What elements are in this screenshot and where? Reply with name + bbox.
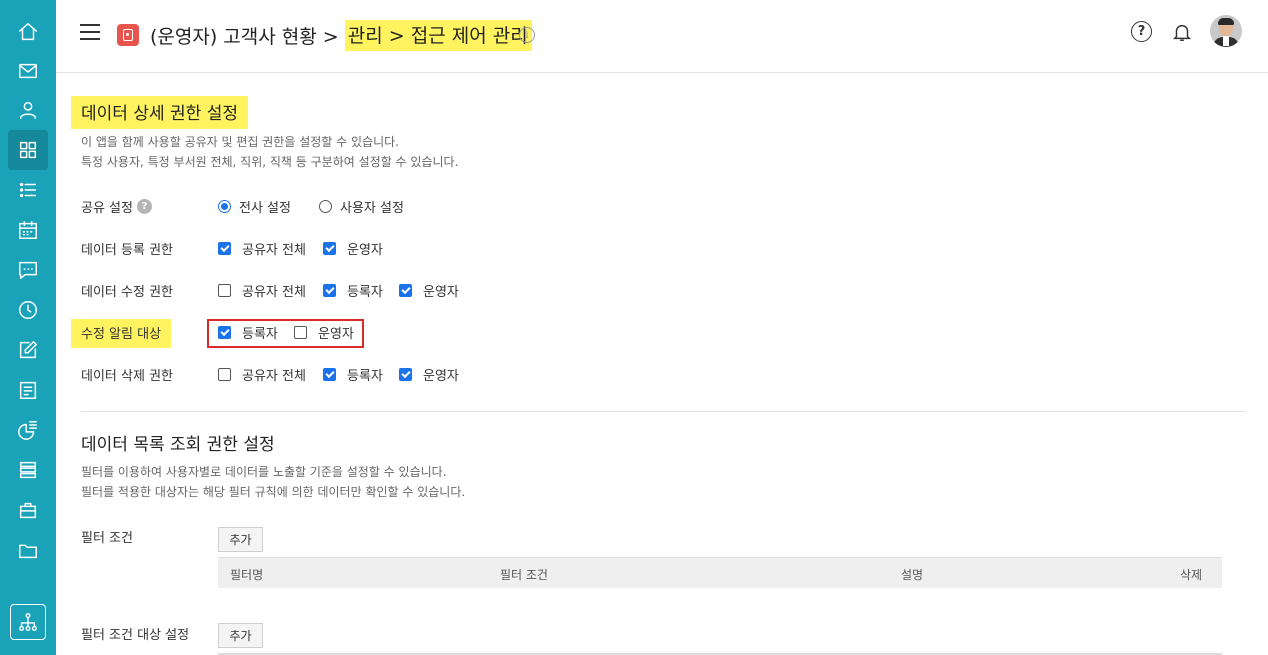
- column-filter-name: 필터명: [230, 568, 264, 582]
- checkbox-checked[interactable]: [323, 284, 336, 297]
- option-label: 운영자: [347, 243, 383, 258]
- checkbox-checked[interactable]: [323, 368, 336, 381]
- column-delete: 삭제: [1180, 568, 1203, 582]
- filter-table-header: 필터명 필터 조건 설명 삭제: [218, 557, 1222, 588]
- detail-section-title: 데이터 상세 권한 설정: [71, 96, 248, 129]
- folder-icon[interactable]: [8, 530, 48, 570]
- info-icon[interactable]: i: [519, 27, 535, 43]
- list-icon[interactable]: [8, 170, 48, 210]
- add-target-button[interactable]: 추가: [218, 623, 263, 648]
- org-chart-icon[interactable]: [10, 604, 46, 640]
- list-desc-line1: 필터를 이용하여 사용자별로 데이터를 노출할 기준을 설정할 수 있습니다.: [81, 465, 447, 479]
- filter-target-label: 필터 조건 대상 설정: [81, 628, 190, 643]
- bell-icon[interactable]: [1171, 20, 1193, 44]
- user-icon[interactable]: [8, 90, 48, 130]
- register-option-all-sharers[interactable]: 공유자 전체: [218, 239, 306, 258]
- option-label: 운영자: [423, 369, 459, 384]
- register-permission-label: 데이터 등록 권한: [81, 243, 173, 258]
- checkbox-checked[interactable]: [218, 326, 231, 339]
- option-label: 공유자 전체: [242, 285, 306, 300]
- checkbox-unchecked[interactable]: [294, 326, 307, 339]
- grid-icon[interactable]: [8, 130, 48, 170]
- delete-option-registrant[interactable]: 등록자: [323, 365, 383, 384]
- detail-desc-line1: 이 앱을 함께 사용할 공유자 및 편집 권한을 설정할 수 있습니다.: [81, 135, 399, 149]
- checkbox-unchecked[interactable]: [218, 284, 231, 297]
- calendar-icon[interactable]: [8, 210, 48, 250]
- edit-option-all-sharers[interactable]: 공유자 전체: [218, 281, 306, 300]
- edit-option-registrant[interactable]: 등록자: [323, 281, 383, 300]
- checkbox-checked[interactable]: [323, 242, 336, 255]
- notify-option-registrant[interactable]: 등록자: [218, 323, 278, 342]
- stack-icon[interactable]: [8, 450, 48, 490]
- share-option-label: 전사 설정: [239, 201, 291, 216]
- option-label: 등록자: [347, 369, 383, 384]
- radio-unselected[interactable]: [319, 200, 332, 213]
- menu-icon[interactable]: [80, 24, 100, 40]
- checkbox-checked[interactable]: [218, 242, 231, 255]
- checkbox-unchecked[interactable]: [218, 368, 231, 381]
- notify-option-operator[interactable]: 운영자: [294, 323, 354, 342]
- mail-icon[interactable]: [8, 51, 48, 91]
- edit-icon[interactable]: [8, 330, 48, 370]
- avatar[interactable]: [1210, 15, 1242, 47]
- option-label: 공유자 전체: [242, 243, 306, 258]
- filter-condition-label: 필터 조건: [81, 531, 133, 546]
- share-option-user[interactable]: 사용자 설정: [319, 197, 404, 216]
- share-setting-label: 공유 설정 ?: [81, 197, 152, 216]
- delete-permission-label: 데이터 삭제 권한: [81, 369, 173, 384]
- clock-icon[interactable]: [8, 290, 48, 330]
- share-option-label: 사용자 설정: [340, 201, 404, 216]
- option-label: 등록자: [347, 285, 383, 300]
- add-filter-button[interactable]: 추가: [218, 527, 263, 552]
- checkbox-checked[interactable]: [399, 368, 412, 381]
- checkbox-checked[interactable]: [399, 284, 412, 297]
- breadcrumb-current: 관리 > 접근 제어 관리: [344, 19, 532, 51]
- edit-permission-label: 데이터 수정 권한: [81, 285, 173, 300]
- header: (운영자) 고객사 현황 > 관리 > 접근 제어 관리 i ?: [56, 0, 1268, 73]
- register-option-operator[interactable]: 운영자: [323, 239, 383, 258]
- delete-option-all-sharers[interactable]: 공유자 전체: [218, 365, 306, 384]
- list-desc-line2: 필터를 적용한 대상자는 해당 필터 규칙에 의한 데이터만 확인할 수 있습니…: [81, 485, 466, 499]
- share-setting-text: 공유 설정: [81, 201, 133, 216]
- option-label: 운영자: [318, 327, 354, 342]
- option-label: 운영자: [423, 285, 459, 300]
- radio-selected[interactable]: [218, 200, 231, 213]
- main-content: 데이터 상세 권한 설정 이 앱을 함께 사용할 공유자 및 편집 권한을 설정…: [56, 73, 1268, 655]
- section-divider: [81, 411, 1246, 412]
- chart-icon[interactable]: [8, 410, 48, 450]
- column-description: 설명: [901, 568, 924, 582]
- help-icon[interactable]: ?: [136, 199, 152, 214]
- column-filter-condition: 필터 조건: [500, 568, 548, 582]
- option-label: 공유자 전체: [242, 369, 306, 384]
- app-icon: [117, 24, 139, 46]
- breadcrumb-prefix: (운영자) 고객사 현황 >: [150, 25, 345, 48]
- detail-desc-line2: 특정 사용자, 특정 부서원 전체, 직위, 직책 등 구분하여 설정할 수 있…: [81, 155, 459, 169]
- delete-option-operator[interactable]: 운영자: [399, 365, 459, 384]
- edit-option-operator[interactable]: 운영자: [399, 281, 459, 300]
- share-option-company[interactable]: 전사 설정: [218, 197, 291, 216]
- home-icon[interactable]: [8, 12, 48, 52]
- edit-notify-target-label: 수정 알림 대상: [71, 319, 172, 348]
- board-icon[interactable]: [8, 370, 48, 410]
- briefcase-icon[interactable]: [8, 490, 48, 530]
- sidebar: [0, 0, 56, 655]
- chat-icon[interactable]: [8, 250, 48, 290]
- breadcrumb: (운영자) 고객사 현황 > 관리 > 접근 제어 관리: [150, 19, 532, 51]
- list-section-title: 데이터 목록 조회 권한 설정: [81, 435, 275, 455]
- option-label: 등록자: [242, 327, 278, 342]
- help-icon[interactable]: ?: [1131, 21, 1152, 42]
